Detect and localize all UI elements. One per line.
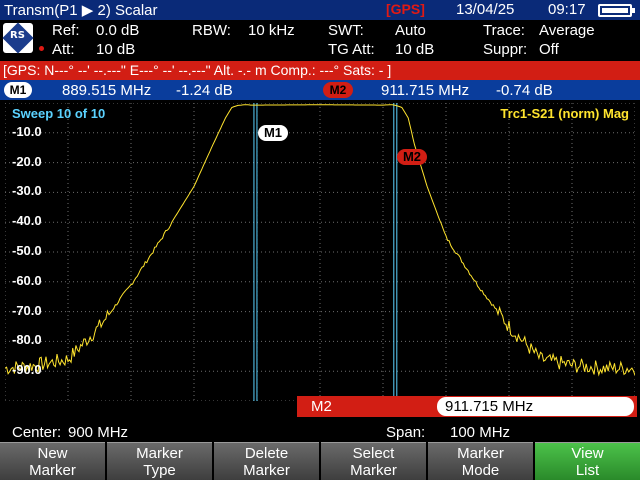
marker-mode-softkey[interactable]: Marker Mode xyxy=(428,442,533,480)
rbw-label: RBW: xyxy=(192,22,231,39)
ref-value[interactable]: 0.0 dB xyxy=(96,22,139,39)
m1-badge[interactable]: M1 xyxy=(4,82,32,98)
swt-value[interactable]: Auto xyxy=(395,22,426,39)
marker-edit-bar: M2 911.715 MHz xyxy=(297,396,637,417)
y-tick-label: -20.0 xyxy=(12,153,42,169)
center-value[interactable]: 900 MHz xyxy=(68,424,128,441)
marker-readout-bar: M1 889.515 MHz -1.24 dB M2 911.715 MHz -… xyxy=(0,80,640,100)
date-readout: 13/04/25 xyxy=(456,1,515,18)
ref-label: Ref: xyxy=(52,22,80,39)
swt-label: SWT: xyxy=(328,22,364,39)
battery-icon xyxy=(598,4,635,17)
span-value[interactable]: 100 MHz xyxy=(450,424,510,441)
rs-logo-icon: RS xyxy=(2,22,34,54)
marker-frequency-input[interactable]: 911.715 MHz xyxy=(437,397,634,416)
softkey-bar: New Marker Marker Type Delete Marker Select… xyxy=(0,442,640,480)
settings-panel: RS Ref: 0.0 dB Att: 10 dB RBW: 10 kHz SW… xyxy=(0,20,640,60)
center-label: Center: xyxy=(12,424,62,441)
delete-marker-softkey[interactable]: Delete Marker xyxy=(214,442,319,480)
m2-flag[interactable]: M2 xyxy=(397,149,427,165)
m1-level: -1.24 dB xyxy=(176,82,233,99)
trace-mode-label: Trace: xyxy=(483,22,525,39)
gps-indicator: [GPS] xyxy=(386,1,425,17)
m2-frequency: 911.715 MHz xyxy=(381,82,470,99)
edit-marker-name: M2 xyxy=(311,398,332,415)
y-tick-label: -40.0 xyxy=(12,213,42,229)
plot-svg xyxy=(5,103,635,401)
tg-att-value[interactable]: 10 dB xyxy=(395,41,434,58)
suppr-value[interactable]: Off xyxy=(539,41,559,58)
trace-line xyxy=(5,104,635,377)
title-bar: Transm(P1 ▶ 2) Scalar [GPS] 13/04/25 09:… xyxy=(0,0,640,20)
y-tick-label: -90.0 xyxy=(12,362,42,378)
y-tick-label: -80.0 xyxy=(12,332,42,348)
measurement-title: Transm(P1 ▶ 2) Scalar xyxy=(4,2,158,19)
m1-frequency: 889.515 MHz xyxy=(62,82,152,99)
view-list-softkey[interactable]: View List xyxy=(535,442,640,480)
m2-badge[interactable]: M2 xyxy=(323,82,353,98)
select-marker-softkey[interactable]: Select Marker xyxy=(321,442,426,480)
trace-mode-value[interactable]: Average xyxy=(539,22,595,39)
span-label: Span: xyxy=(386,424,426,441)
y-tick-label: -70.0 xyxy=(12,302,42,318)
status-bar: Center: 900 MHz Span: 100 MHz xyxy=(0,422,640,442)
y-tick-label: -60.0 xyxy=(12,272,42,288)
new-marker-softkey[interactable]: New Marker xyxy=(0,442,105,480)
m1-flag[interactable]: M1 xyxy=(258,125,288,141)
att-value[interactable]: 10 dB xyxy=(96,41,135,58)
att-bullet-icon xyxy=(39,46,44,51)
y-tick-label: -10.0 xyxy=(12,123,42,139)
trace-plot[interactable]: Sweep 10 of 10 Trc1-S21 (norm) Mag -10.0… xyxy=(5,103,635,401)
time-readout: 09:17 xyxy=(548,1,586,18)
y-tick-label: -50.0 xyxy=(12,243,42,258)
trace-label: Trc1-S21 (norm) Mag xyxy=(500,106,629,121)
gps-info-bar: [GPS: N---° --' --.---" E---° --' --.---… xyxy=(0,61,640,80)
att-label: Att: xyxy=(52,41,75,58)
sweep-counter: Sweep 10 of 10 xyxy=(12,106,106,121)
suppr-label: Suppr: xyxy=(483,41,528,58)
m2-level: -0.74 dB xyxy=(496,82,553,99)
rbw-value[interactable]: 10 kHz xyxy=(248,22,295,39)
y-tick-label: -30.0 xyxy=(12,183,42,199)
tg-att-label: TG Att: xyxy=(328,41,375,58)
marker-type-softkey[interactable]: Marker Type xyxy=(107,442,212,480)
gps-info-text: [GPS: N---° --' --.---" E---° --' --.---… xyxy=(3,62,392,78)
